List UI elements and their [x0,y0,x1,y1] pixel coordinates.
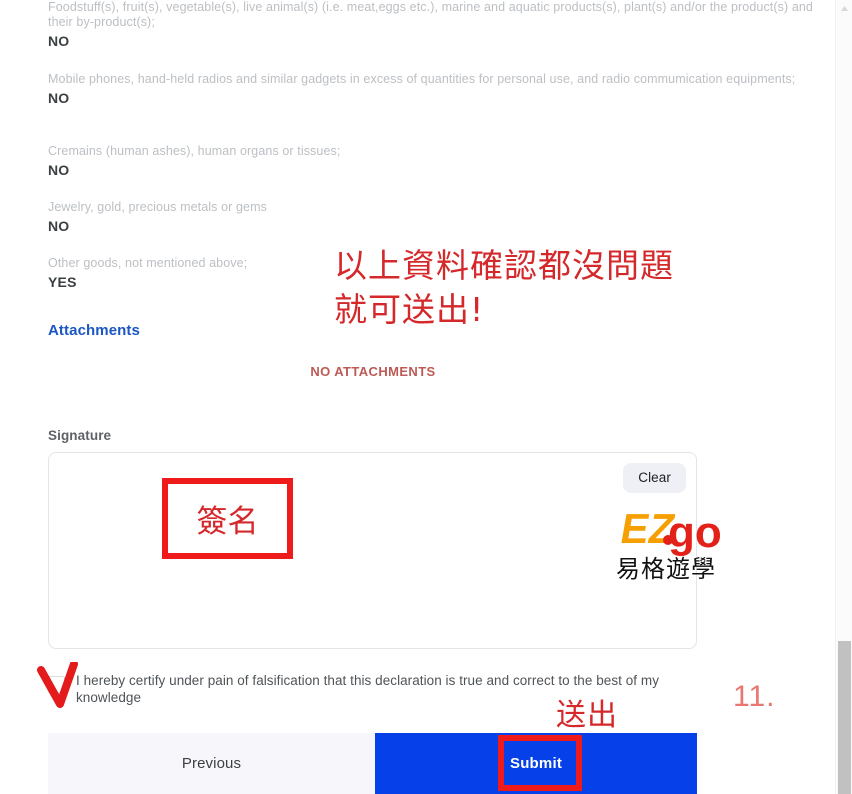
declaration-item-value: YES [48,274,77,290]
browser-page: Foodstuff(s), fruit(s), vegetable(s), li… [0,0,852,794]
page-right-margin [820,0,835,794]
declaration-item-value: NO [48,162,70,178]
clear-signature-button[interactable]: Clear [623,463,686,493]
scrollbar-thumb[interactable] [838,641,851,794]
declaration-item: Jewelry, gold, precious metals or gems NO [48,200,267,235]
form-footer: Previous Submit [48,733,697,794]
scroll-up-arrow-icon[interactable] [836,0,852,17]
attachments-heading: Attachments [48,322,140,339]
certify-text: I hereby certify under pain of falsifica… [76,673,659,705]
vertical-scrollbar[interactable] [835,0,852,794]
declaration-item-value: NO [48,218,70,234]
declaration-item-value: NO [48,90,70,106]
declaration-item: Foodstuff(s), fruit(s), vegetable(s), li… [48,0,820,50]
declaration-item-label: Cremains (human ashes), human organs or … [48,144,341,158]
previous-button[interactable]: Previous [48,733,375,794]
declaration-item-label: Foodstuff(s), fruit(s), vegetable(s), li… [48,0,813,29]
declaration-item-value: NO [48,33,70,49]
declaration-item-label: Mobile phones, hand-held radios and simi… [48,72,796,86]
signature-pad[interactable]: Clear [48,452,697,649]
declaration-form: Foodstuff(s), fruit(s), vegetable(s), li… [0,0,820,794]
certify-checkbox[interactable] [48,676,65,693]
signature-label: Signature [48,428,112,443]
declaration-item-label: Other goods, not mentioned above; [48,256,248,270]
declaration-item: Cremains (human ashes), human organs or … [48,144,340,179]
declaration-item-label: Jewelry, gold, precious metals or gems [48,200,267,214]
declaration-item: Mobile phones, hand-held radios and simi… [48,72,795,107]
no-attachments-message: NO ATTACHMENTS [310,364,436,379]
declaration-item: Other goods, not mentioned above; YES [48,256,247,291]
certify-row[interactable]: I hereby certify under pain of falsifica… [48,672,698,706]
submit-button[interactable]: Submit [375,733,697,794]
